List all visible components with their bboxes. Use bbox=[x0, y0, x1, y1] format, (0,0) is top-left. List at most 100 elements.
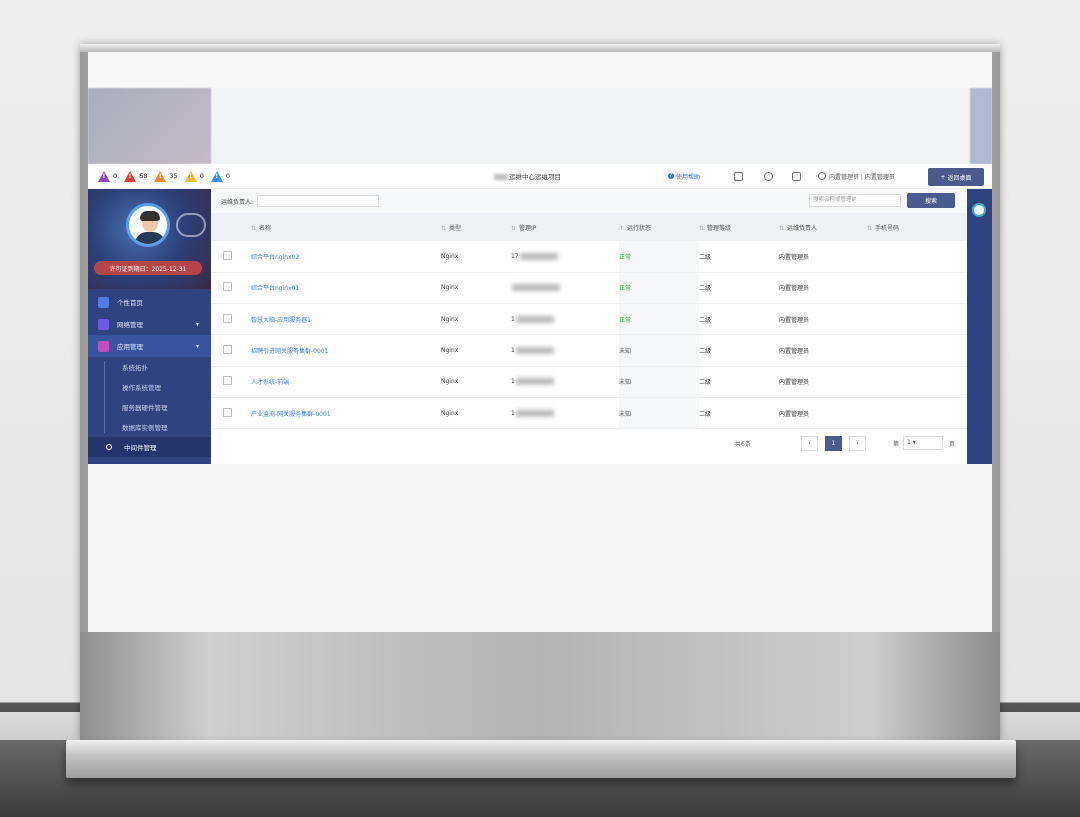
filter-bar: 运维负责人: 搜索名称或管理IP 搜索 bbox=[211, 189, 967, 213]
submenu-line bbox=[104, 361, 105, 433]
user-menu[interactable]: 内置管理员 | 内置管理员 bbox=[818, 172, 895, 181]
sidebar-subitem-hardware[interactable]: 服务器硬件管理 bbox=[88, 397, 211, 417]
home-icon bbox=[98, 296, 109, 308]
network-icon bbox=[98, 318, 109, 330]
table-row[interactable]: 人才系统-前端 Nginx 1 未知 二级 内置管理员 bbox=[211, 366, 967, 398]
page-select[interactable]: 1 ▾ bbox=[903, 436, 943, 451]
page-suffix-label: 页 bbox=[949, 441, 956, 449]
owner-filter-label: 运维负责人: bbox=[221, 198, 254, 206]
alert-count: 68 bbox=[139, 172, 148, 180]
owner-filter-input[interactable] bbox=[257, 195, 380, 207]
row-name-link[interactable]: 智慧大脑-应用服务器1 bbox=[251, 304, 441, 335]
row-name-link[interactable]: 产业监测-网关服务集群-0001 bbox=[251, 397, 441, 428]
search-button[interactable]: 搜索 bbox=[907, 193, 955, 208]
profile-panel: 许可证到期日：2025-12-31 bbox=[88, 189, 211, 289]
screen: 0 68 35 0 0 运维中心运维项目 ? bbox=[88, 52, 992, 632]
row-checkbox[interactable] bbox=[223, 407, 232, 417]
redacted-text bbox=[494, 174, 508, 180]
row-checkbox[interactable] bbox=[223, 250, 232, 260]
row-checkbox[interactable] bbox=[223, 345, 232, 355]
alert-red[interactable]: 68 bbox=[124, 170, 148, 182]
redacted-ip bbox=[515, 315, 554, 323]
table-row[interactable]: 智慧大脑-应用服务器1 Nginx 1 正常 二级 内置管理员 bbox=[211, 303, 967, 335]
next-page-button[interactable]: › bbox=[849, 436, 866, 452]
alert-purple[interactable]: 0 bbox=[98, 170, 118, 182]
row-name-link[interactable]: 综合平台nginx02 bbox=[251, 241, 441, 272]
row-name-link[interactable]: 招聘引进网关服务集群-0001 bbox=[251, 335, 441, 366]
message-icon[interactable] bbox=[734, 172, 743, 181]
back-to-desktop-button[interactable]: + 返回桌面 bbox=[928, 168, 984, 186]
col-name[interactable]: ⇅ 名称 bbox=[251, 213, 441, 241]
search-input[interactable]: 搜索名称或管理IP bbox=[809, 194, 901, 207]
warning-icon bbox=[154, 170, 167, 182]
col-type[interactable]: ⇅ 类型 bbox=[441, 213, 511, 241]
app-title: 运维中心运维项目 bbox=[494, 171, 561, 181]
info-icon[interactable] bbox=[764, 172, 773, 181]
warning-icon bbox=[124, 170, 137, 182]
alert-count: 0 bbox=[225, 172, 230, 180]
assistant-icon[interactable] bbox=[972, 203, 986, 217]
display-stand bbox=[80, 632, 1000, 740]
redacted-ip bbox=[515, 409, 554, 417]
redacted-ip bbox=[519, 252, 558, 260]
help-icon: ? bbox=[668, 173, 674, 179]
col-status[interactable]: ↑ 运行状态 bbox=[619, 213, 699, 241]
goto-label: 第 bbox=[893, 441, 900, 449]
table-header-row: ⇅ 名称 ⇅ 类型 ⇅ 管理IP ↑ 运行状态 ⇅ 管理等级 ⇅ 运维负责人 ⇅ 手机号码 bbox=[211, 213, 967, 241]
col-level[interactable]: ⇅ 管理等级 bbox=[699, 213, 779, 241]
alert-count: 0 bbox=[199, 172, 204, 180]
background-window-ghost bbox=[88, 52, 992, 164]
redacted-ip bbox=[512, 284, 560, 292]
alert-yellow[interactable]: 0 bbox=[184, 170, 204, 182]
app-icon bbox=[98, 340, 109, 352]
main-content: 运维负责人: 搜索名称或管理IP 搜索 ⇅ 名称 ⇅ 类型 ⇅ 管理IP ↑ 运行状态 … bbox=[211, 189, 967, 464]
col-phone[interactable]: ⇅ 手机号码 bbox=[867, 213, 967, 241]
right-rail bbox=[967, 189, 992, 464]
app-window: 0 68 35 0 0 运维中心运维项目 ? bbox=[88, 164, 992, 464]
pagination: 共6条 ‹ 1 › 第1 ▾ 页 bbox=[211, 429, 967, 457]
prev-page-button[interactable]: ‹ bbox=[801, 436, 818, 452]
table-row[interactable]: 综合平台nginx01 Nginx 正常 二级 内置管理员 bbox=[211, 272, 967, 304]
row-checkbox[interactable] bbox=[223, 282, 232, 292]
col-owner[interactable]: ⇅ 运维负责人 bbox=[779, 213, 867, 241]
col-ip[interactable]: ⇅ 管理IP bbox=[511, 213, 619, 241]
sidebar-subitem-middleware[interactable]: 中间件管理 bbox=[88, 437, 211, 457]
table-row[interactable]: 产业监测-网关服务集群-0001 Nginx 1 未知 二级 内置管理员 bbox=[211, 397, 967, 429]
table-row[interactable]: 综合平台nginx02 Nginx 17 正常 二级 内置管理员 bbox=[211, 241, 967, 273]
sidebar-subitem-topology[interactable]: 系统拓扑 bbox=[88, 357, 211, 377]
help-link[interactable]: ? 使用帮助 bbox=[668, 172, 700, 181]
sidebar-item-apps[interactable]: 应用管理 ▾ bbox=[88, 335, 211, 357]
row-name-link[interactable]: 人才系统-前端 bbox=[251, 366, 441, 397]
alert-count: 0 bbox=[113, 172, 118, 180]
display-top-edge bbox=[80, 44, 1000, 52]
warning-icon bbox=[184, 170, 197, 182]
sidebar-subitem-os[interactable]: 操作系统管理 bbox=[88, 377, 211, 397]
nav-menu: 个性首页 网络管理 ▾ 应用管理 ▾ 系统拓扑 操作系统管理 服务器硬件管理 数… bbox=[88, 289, 211, 457]
warning-icon bbox=[210, 170, 223, 182]
redacted-ip bbox=[515, 347, 554, 355]
plus-icon: + bbox=[940, 173, 946, 181]
alert-count: 35 bbox=[169, 172, 178, 180]
chevron-down-icon: ▾ bbox=[195, 342, 199, 350]
sidebar: 许可证到期日：2025-12-31 个性首页 网络管理 ▾ 应用管理 ▾ 系统拓… bbox=[88, 189, 211, 464]
warning-icon bbox=[98, 170, 110, 182]
middleware-table: ⇅ 名称 ⇅ 类型 ⇅ 管理IP ↑ 运行状态 ⇅ 管理等级 ⇅ 运维负责人 ⇅ 手机号码 bbox=[211, 213, 967, 429]
alert-blue[interactable]: 0 bbox=[210, 170, 230, 182]
sidebar-item-home[interactable]: 个性首页 bbox=[88, 291, 211, 313]
alert-orange[interactable]: 35 bbox=[154, 170, 178, 182]
row-checkbox[interactable] bbox=[223, 376, 232, 386]
row-checkbox[interactable] bbox=[223, 313, 232, 323]
sidebar-subitem-database[interactable]: 数据库实例管理 bbox=[88, 417, 211, 437]
cloud-icon bbox=[176, 213, 206, 237]
top-bar: 0 68 35 0 0 运维中心运维项目 ? bbox=[88, 164, 992, 189]
chat-icon[interactable] bbox=[792, 172, 801, 181]
total-count: 共6条 bbox=[735, 441, 751, 449]
submenu: 系统拓扑 操作系统管理 服务器硬件管理 数据库实例管理 bbox=[88, 357, 211, 437]
row-name-link[interactable]: 综合平台nginx01 bbox=[251, 272, 441, 303]
page-button-current[interactable]: 1 bbox=[825, 436, 842, 452]
user-icon bbox=[818, 172, 826, 180]
sidebar-item-network[interactable]: 网络管理 ▾ bbox=[88, 313, 211, 335]
avatar[interactable] bbox=[126, 203, 170, 247]
table-row[interactable]: 招聘引进网关服务集群-0001 Nginx 1 未知 二级 内置管理员 bbox=[211, 334, 967, 367]
circle-icon bbox=[106, 444, 112, 450]
